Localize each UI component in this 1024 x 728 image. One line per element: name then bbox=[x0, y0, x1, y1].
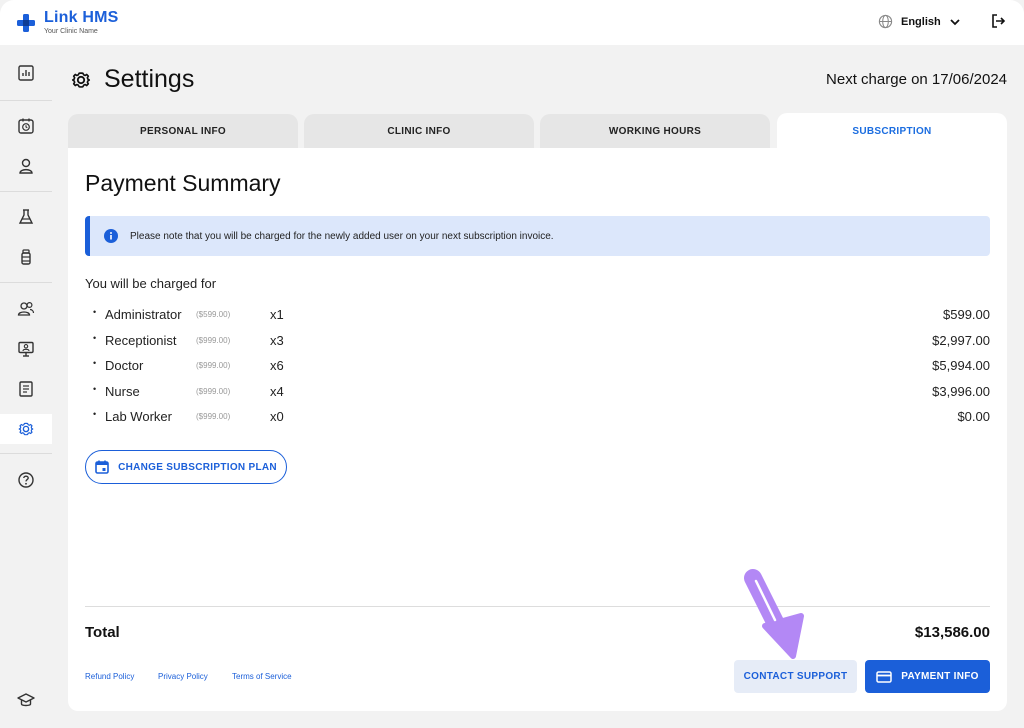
medical-cross-icon bbox=[17, 14, 35, 32]
payment-info-label: PAYMENT INFO bbox=[901, 671, 979, 682]
role-name: Lab Worker bbox=[105, 409, 172, 424]
quantity: x0 bbox=[270, 409, 284, 424]
sidebar-item-dashboard[interactable] bbox=[0, 58, 52, 88]
language-label: English bbox=[901, 15, 941, 28]
help-icon bbox=[18, 472, 34, 488]
info-notice: Please note that you will be charged for… bbox=[85, 216, 990, 256]
charged-for-label: You will be charged for bbox=[85, 276, 217, 291]
chevron-down-icon bbox=[950, 18, 960, 25]
globe-icon bbox=[878, 14, 893, 29]
tab-subscription[interactable]: SUBSCRIPTION bbox=[777, 113, 1007, 149]
bullet: • bbox=[93, 384, 97, 394]
list-item: • Receptionist ($999.00) x3 $2,997.00 bbox=[85, 331, 990, 351]
total-divider bbox=[85, 606, 990, 607]
notice-text: Please note that you will be charged for… bbox=[130, 230, 554, 242]
flask-icon bbox=[18, 209, 34, 224]
monitor-user-icon bbox=[18, 341, 34, 357]
role-name: Nurse bbox=[105, 384, 140, 399]
list-item: • Lab Worker ($999.00) x0 $0.00 bbox=[85, 407, 990, 427]
bullet: • bbox=[93, 307, 97, 317]
sidebar-item-lab[interactable] bbox=[0, 202, 52, 232]
list-item: • Doctor ($999.00) x6 $5,994.00 bbox=[85, 356, 990, 376]
annotation-arrow-icon bbox=[744, 569, 804, 659]
sidebar-divider bbox=[0, 453, 52, 454]
sidebar-item-patients[interactable] bbox=[0, 151, 52, 181]
credit-card-icon bbox=[876, 670, 892, 683]
logout-button[interactable] bbox=[990, 13, 1006, 34]
line-amount: $3,996.00 bbox=[932, 384, 990, 399]
sidebar-item-help[interactable] bbox=[0, 465, 52, 495]
bullet: • bbox=[93, 358, 97, 368]
sidebar-item-reports[interactable] bbox=[0, 374, 52, 404]
privacy-policy-link[interactable]: Privacy Policy bbox=[158, 672, 208, 681]
list-item: • Administrator ($599.00) x1 $599.00 bbox=[85, 305, 990, 325]
graduation-cap-icon bbox=[17, 693, 35, 707]
quantity: x3 bbox=[270, 333, 284, 348]
page-title: Settings bbox=[70, 65, 194, 94]
line-amount: $2,997.00 bbox=[932, 333, 990, 348]
sidebar-divider bbox=[0, 191, 52, 192]
contact-support-button[interactable]: CONTACT SUPPORT bbox=[734, 660, 857, 693]
sidebar-item-consultation[interactable] bbox=[0, 334, 52, 364]
sidebar-item-appointments[interactable] bbox=[0, 111, 52, 141]
unit-price: ($999.00) bbox=[196, 387, 231, 396]
line-amount: $599.00 bbox=[943, 307, 990, 322]
unit-price: ($999.00) bbox=[196, 361, 231, 370]
change-plan-label: CHANGE SUBSCRIPTION PLAN bbox=[118, 461, 277, 473]
logout-icon bbox=[992, 14, 1006, 28]
report-icon bbox=[19, 381, 33, 397]
calendar-clock-icon bbox=[18, 118, 34, 134]
next-charge-date: Next charge on 17/06/2024 bbox=[826, 71, 1007, 88]
line-amount: $5,994.00 bbox=[932, 358, 990, 373]
line-amount: $0.00 bbox=[957, 409, 990, 424]
sidebar-item-settings[interactable] bbox=[0, 414, 52, 444]
bullet: • bbox=[93, 333, 97, 343]
quantity: x6 bbox=[270, 358, 284, 373]
role-name: Receptionist bbox=[105, 333, 177, 348]
sidebar-divider bbox=[0, 100, 52, 101]
gear-icon bbox=[71, 71, 91, 88]
bullet: • bbox=[93, 409, 97, 419]
sidebar bbox=[0, 45, 52, 728]
tab-clinic-info[interactable]: CLINIC INFO bbox=[304, 114, 534, 148]
total-value: $13,586.00 bbox=[914, 624, 990, 641]
brand-logo[interactable]: Link HMS Your Clinic Name bbox=[16, 10, 119, 35]
info-icon bbox=[104, 229, 118, 243]
language-selector[interactable]: English bbox=[878, 14, 961, 29]
unit-price: ($999.00) bbox=[196, 412, 231, 421]
person-icon bbox=[19, 158, 33, 174]
subscription-panel: Payment Summary Please note that you wil… bbox=[68, 148, 1007, 711]
gear-icon bbox=[18, 422, 34, 436]
sidebar-item-staff[interactable] bbox=[0, 294, 52, 324]
users-icon bbox=[17, 301, 35, 316]
quantity: x1 bbox=[270, 307, 284, 322]
calendar-icon bbox=[95, 460, 109, 474]
unit-price: ($999.00) bbox=[196, 336, 231, 345]
page-title-text: Settings bbox=[104, 65, 195, 93]
brand-name: Link HMS bbox=[44, 9, 119, 26]
list-item: • Nurse ($999.00) x4 $3,996.00 bbox=[85, 382, 990, 402]
total-label: Total bbox=[85, 624, 120, 641]
tab-working-hours[interactable]: WORKING HOURS bbox=[540, 114, 770, 148]
brand-tagline: Your Clinic Name bbox=[44, 28, 98, 35]
terms-of-service-link[interactable]: Terms of Service bbox=[232, 672, 292, 681]
role-name: Doctor bbox=[105, 358, 144, 373]
quantity: x4 bbox=[270, 384, 284, 399]
sidebar-item-pharmacy[interactable] bbox=[0, 242, 52, 272]
change-subscription-plan-button[interactable]: CHANGE SUBSCRIPTION PLAN bbox=[85, 450, 287, 484]
sidebar-item-training[interactable] bbox=[0, 685, 52, 715]
refund-policy-link[interactable]: Refund Policy bbox=[85, 672, 134, 681]
bottle-icon bbox=[21, 249, 31, 265]
payment-summary-title: Payment Summary bbox=[85, 170, 281, 196]
dashboard-icon bbox=[18, 65, 34, 81]
tab-personal-info[interactable]: PERSONAL INFO bbox=[68, 114, 298, 148]
app-window: Link HMS Your Clinic Name English Settin… bbox=[0, 0, 1024, 728]
payment-info-button[interactable]: PAYMENT INFO bbox=[865, 660, 990, 693]
unit-price: ($599.00) bbox=[196, 310, 231, 319]
top-bar: Link HMS Your Clinic Name English bbox=[0, 0, 1024, 45]
role-name: Administrator bbox=[105, 307, 182, 322]
sidebar-divider bbox=[0, 282, 52, 283]
